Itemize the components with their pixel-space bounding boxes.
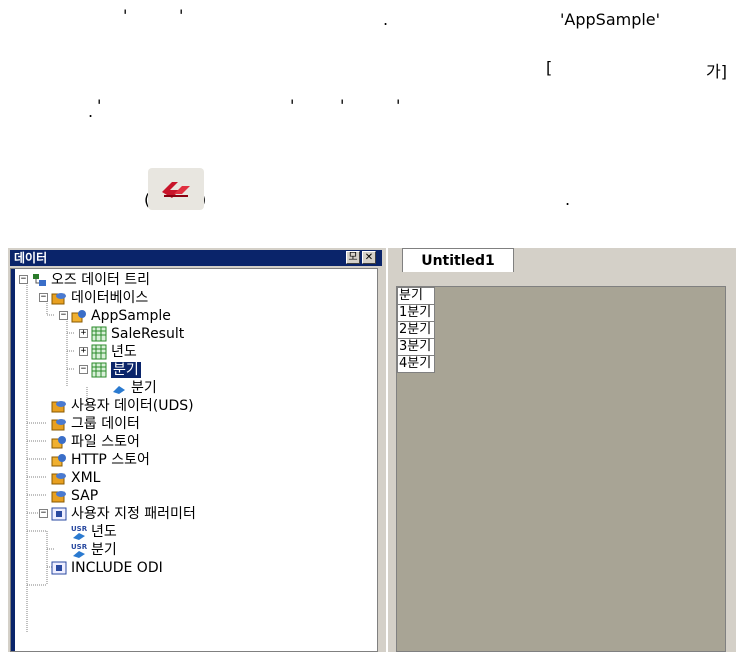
editor-area: Untitled1 분기 1분기 2분기 3분기 4분기	[388, 248, 736, 652]
doc-ga: 가]	[706, 62, 727, 81]
tree-node[interactable]: XML	[51, 468, 100, 488]
db-connection-icon	[51, 452, 67, 468]
tree-node-label: 오즈 데이터 트리	[51, 272, 151, 288]
tree-node-label: 파일 스토어	[71, 434, 140, 450]
tree-node[interactable]: USR 분기	[71, 540, 117, 560]
tree-node-label: 데이터베이스	[71, 290, 149, 306]
report-sheet[interactable]: 분기 1분기 2분기 3분기 4분기	[396, 286, 726, 652]
sheet-cell[interactable]: 4분기	[397, 355, 435, 373]
sheet-cell-header[interactable]: 분기	[397, 287, 435, 305]
tree-node[interactable]: 그룹 데이터	[51, 414, 140, 434]
user-param-icon: USR	[71, 542, 88, 558]
close-button[interactable]: ✕	[362, 251, 376, 264]
tree-node[interactable]: USR 년도	[71, 522, 117, 542]
tree-node[interactable]: INCLUDE ODI	[51, 558, 163, 578]
tree-node[interactable]: 오즈 데이터 트리	[31, 270, 150, 290]
db-connection-icon	[51, 434, 67, 450]
database-icon	[51, 290, 67, 306]
tree-expander[interactable]: +	[79, 329, 88, 338]
doc-dot-2: .	[88, 102, 94, 121]
tree-node-label: 사용자 데이터(UDS)	[71, 398, 194, 414]
tree-node[interactable]: 사용자 지정 패러미터	[51, 504, 196, 524]
doc-dot-3: .	[565, 190, 571, 209]
tree-node-label: 분기	[91, 542, 117, 558]
tree-node-label: INCLUDE ODI	[71, 560, 163, 576]
tree-expander[interactable]: −	[39, 509, 48, 518]
tree-node-label: 년도	[111, 344, 137, 360]
tree-node[interactable]: 년도	[91, 342, 137, 362]
sheet-cell[interactable]: 1분기	[397, 304, 435, 322]
doc-dot-1: .	[383, 10, 389, 29]
table-icon	[91, 326, 107, 342]
tree-node-label: XML	[71, 470, 101, 486]
doc-tick-4: '	[290, 96, 295, 115]
tree-node[interactable]: AppSample	[71, 306, 171, 326]
pin-button[interactable]: 모	[346, 251, 360, 264]
parameter-folder-icon	[51, 560, 67, 576]
tree-expander[interactable]: −	[19, 275, 28, 284]
data-panel: 데이터 모 ✕ − 오즈 데이터 트리 − 데이터베이스 − AppSample…	[8, 248, 386, 652]
tree-node-label: SaleResult	[111, 326, 185, 342]
table-icon	[91, 344, 107, 360]
tree-node-label: 분기	[131, 380, 157, 396]
refresh-link-icon	[148, 168, 204, 210]
tree-node[interactable]: 분기	[111, 378, 157, 398]
sheet-cell[interactable]: 3분기	[397, 338, 435, 356]
panel-title: 데이터	[14, 251, 48, 265]
doc-tick-3: '	[97, 96, 102, 115]
tree-node[interactable]: 파일 스토어	[51, 432, 140, 452]
database-icon	[51, 416, 67, 432]
parameter-folder-icon	[51, 506, 67, 522]
data-tree: − 오즈 데이터 트리 − 데이터베이스 − AppSample + SaleResult + 년…	[10, 268, 378, 652]
doc-tick-6: '	[396, 96, 401, 115]
doc-tick-5: '	[340, 96, 345, 115]
doc-tick-1: '	[123, 6, 128, 25]
database-icon	[51, 488, 67, 504]
tree-node-label: AppSample	[91, 308, 171, 324]
tree-expander[interactable]: −	[59, 311, 68, 320]
doc-app-name: 'AppSample'	[560, 10, 661, 29]
tree-node-label: HTTP 스토어	[71, 452, 150, 468]
db-connection-icon	[71, 308, 87, 324]
sheet-cell[interactable]: 2분기	[397, 321, 435, 339]
tree-node-label: 년도	[91, 524, 117, 540]
tree-node-label: 분기	[111, 362, 141, 378]
tab-untitled1[interactable]: Untitled1	[402, 248, 514, 272]
tree-node-label: 그룹 데이터	[71, 416, 140, 432]
doc-bracket-open: [	[546, 58, 553, 77]
svg-text:USR: USR	[71, 543, 87, 551]
tree-expander[interactable]: +	[79, 347, 88, 356]
table-icon	[91, 362, 107, 378]
database-icon	[51, 398, 67, 414]
tree-node[interactable]: 사용자 데이터(UDS)	[51, 396, 194, 416]
field-icon	[111, 380, 127, 396]
panel-titlebar: 데이터 모 ✕	[10, 250, 382, 266]
tree-node-label: 사용자 지정 패러미터	[71, 506, 196, 522]
svg-text:USR: USR	[71, 525, 87, 533]
tree-node[interactable]: 데이터베이스	[51, 288, 148, 308]
database-icon	[51, 470, 67, 486]
tree-node[interactable]: SaleResult	[91, 324, 184, 344]
tree-root-icon	[31, 272, 47, 288]
tree-expander[interactable]: −	[79, 365, 88, 374]
tree-expander[interactable]: −	[39, 293, 48, 302]
tree-node-label: SAP	[71, 488, 99, 504]
tree-node[interactable]: HTTP 스토어	[51, 450, 150, 470]
user-param-icon: USR	[71, 524, 88, 540]
tree-node[interactable]: SAP	[51, 486, 98, 506]
doc-tick-2: '	[179, 6, 184, 25]
tree-node[interactable]: 분기	[91, 360, 141, 380]
